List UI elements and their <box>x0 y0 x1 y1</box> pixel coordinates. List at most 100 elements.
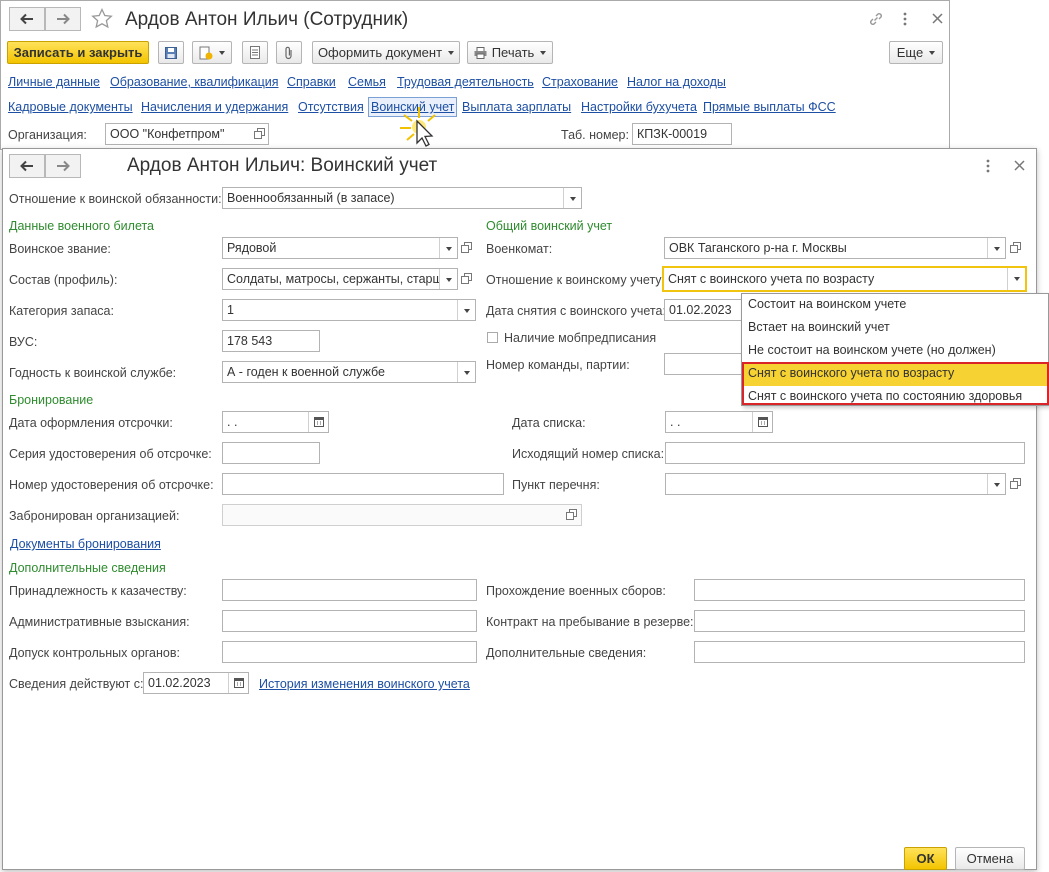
cossack-field[interactable] <box>222 579 477 601</box>
chevron-down-icon[interactable] <box>439 269 457 289</box>
fitness-select[interactable]: А - годен к военной службе <box>222 361 476 383</box>
composition-select[interactable]: Солдаты, матросы, сержанты, старши <box>222 268 458 290</box>
nav-personal-data[interactable]: Личные данные <box>8 75 100 89</box>
effective-date-field[interactable]: 01.02.2023 <box>143 672 249 694</box>
ok-button[interactable]: ОК <box>904 847 947 870</box>
list-item-label: Пункт перечня: <box>512 478 600 492</box>
nav-accounting-settings[interactable]: Настройки бухучета <box>581 100 697 114</box>
training-field[interactable] <box>694 579 1025 601</box>
attach-button[interactable] <box>276 41 302 64</box>
mob-checkbox[interactable] <box>487 332 498 343</box>
duty-select[interactable]: Военнообязанный (в запасе) <box>222 187 582 209</box>
more-vertical-icon[interactable] <box>902 11 908 27</box>
nav-absences[interactable]: Отсутствия <box>298 100 364 114</box>
reserve-category-select[interactable]: 1 <box>222 299 476 321</box>
deferral-series-field[interactable] <box>222 442 320 464</box>
open-icon[interactable] <box>254 128 265 139</box>
more-vertical-icon[interactable] <box>985 158 991 174</box>
nav-family[interactable]: Семья <box>348 75 386 89</box>
deferral-number-label: Номер удостоверения об отсрочке: <box>9 478 214 492</box>
open-icon[interactable] <box>461 242 472 253</box>
deferral-date-field[interactable]: . . <box>222 411 329 433</box>
nav-work-history[interactable]: Трудовая деятельность <box>397 75 534 89</box>
org-field[interactable]: ООО "Конфетпром" <box>105 123 269 145</box>
effective-date-value: 01.02.2023 <box>148 676 211 690</box>
mob-label: Наличие мобпредписания <box>504 331 657 345</box>
printer-icon <box>474 46 487 59</box>
calendar-icon[interactable] <box>308 412 328 432</box>
form-back-button[interactable] <box>9 154 45 178</box>
team-number-label: Номер команды, партии: <box>486 358 630 372</box>
commissariat-select[interactable]: ОВК Таганского р-на г. Москвы <box>664 237 1006 259</box>
create-based-on-button[interactable] <box>192 41 232 64</box>
chevron-down-icon[interactable] <box>457 362 475 382</box>
open-icon[interactable] <box>566 509 577 520</box>
nav-income-tax[interactable]: Налог на доходы <box>627 75 726 89</box>
deferral-date-value: . . <box>227 415 238 429</box>
save-and-close-button[interactable]: Записать и закрыть <box>7 41 149 64</box>
additional-info-field[interactable] <box>694 641 1025 663</box>
open-icon[interactable] <box>461 273 472 284</box>
list-date-field[interactable]: . . <box>665 411 773 433</box>
nav-accruals[interactable]: Начисления и удержания <box>141 100 288 114</box>
nav-insurance[interactable]: Страхование <box>542 75 618 89</box>
reservation-docs-link[interactable]: Документы бронирования <box>10 537 161 551</box>
chevron-down-icon[interactable] <box>439 238 457 258</box>
composition-value: Солдаты, матросы, сержанты, старши <box>227 272 439 286</box>
rank-select[interactable]: Рядовой <box>222 237 458 259</box>
chevron-down-icon[interactable] <box>987 474 1005 494</box>
dropdown-option[interactable]: Не состоит на воинском учете (но должен) <box>742 340 1048 363</box>
history-link[interactable]: История изменения воинского учета <box>259 677 470 691</box>
open-icon[interactable] <box>1010 478 1021 489</box>
calendar-icon[interactable] <box>752 412 772 432</box>
arrow-right-icon <box>57 13 70 25</box>
dropdown-option[interactable]: Состоит на воинском учете <box>742 294 1048 317</box>
form-forward-button[interactable] <box>45 154 81 178</box>
team-number-field[interactable] <box>664 353 744 375</box>
chevron-down-icon[interactable] <box>1007 268 1025 290</box>
tab-number-field[interactable]: КПЗК-00019 <box>632 123 732 145</box>
close-icon[interactable] <box>932 13 943 24</box>
form-title: Ардов Антон Ильич: Воинский учет <box>127 155 438 176</box>
nav-certificates[interactable]: Справки <box>287 75 336 89</box>
admin-penalties-field[interactable] <box>222 610 477 632</box>
deferral-number-field[interactable] <box>222 473 504 495</box>
print-button[interactable]: Печать <box>467 41 553 64</box>
chevron-down-icon[interactable] <box>457 300 475 320</box>
back-button[interactable] <box>9 7 45 31</box>
arrow-left-icon <box>20 13 33 25</box>
reserved-by-label: Забронирован организацией: <box>9 509 180 523</box>
deferral-series-label: Серия удостоверения об отсрочке: <box>9 447 212 461</box>
document-add-icon <box>199 46 213 59</box>
nav-fss-payments[interactable]: Прямые выплаты ФСС <box>703 100 836 114</box>
removal-date-value: 01.02.2023 <box>669 303 732 317</box>
forward-button[interactable] <box>45 7 81 31</box>
relation-value: Снят с воинского учета по возрасту <box>668 272 875 286</box>
open-icon[interactable] <box>1010 242 1021 253</box>
star-icon[interactable] <box>91 8 113 29</box>
outgoing-number-field[interactable] <box>665 442 1025 464</box>
reserve-contract-field[interactable] <box>694 610 1025 632</box>
list-item-select[interactable] <box>665 473 1006 495</box>
list-date-value: . . <box>670 415 681 429</box>
calendar-icon[interactable] <box>228 673 248 693</box>
additional-section: Дополнительные сведения <box>9 561 166 575</box>
nav-education[interactable]: Образование, квалификация <box>110 75 279 89</box>
chevron-down-icon[interactable] <box>563 188 581 208</box>
control-access-field[interactable] <box>222 641 477 663</box>
cancel-button[interactable]: Отмена <box>955 847 1025 870</box>
nav-salary-payment[interactable]: Выплата зарплаты <box>462 100 571 114</box>
nav-hr-documents[interactable]: Кадровые документы <box>8 100 133 114</box>
list-button[interactable] <box>242 41 268 64</box>
dropdown-option[interactable]: Встает на воинский учет <box>742 317 1048 340</box>
create-document-button[interactable]: Оформить документ <box>312 41 460 64</box>
relation-select[interactable]: Снят с воинского учета по возрасту <box>662 266 1027 292</box>
vus-field[interactable]: 178 543 <box>222 330 320 352</box>
chevron-down-icon[interactable] <box>987 238 1005 258</box>
save-button[interactable] <box>158 41 184 64</box>
close-icon[interactable] <box>1014 160 1025 171</box>
reserved-by-field[interactable] <box>222 504 582 526</box>
link-icon[interactable] <box>868 11 884 27</box>
more-button[interactable]: Еще <box>889 41 943 64</box>
cossack-label: Принадлежность к казачеству: <box>9 584 187 598</box>
